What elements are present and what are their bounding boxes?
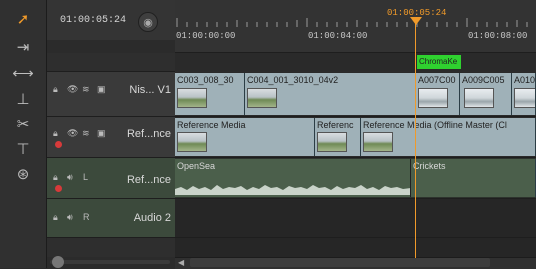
ruler-label-0: 01:00:00:00 <box>176 31 236 41</box>
razor-tool-icon[interactable]: ✂ <box>12 113 34 135</box>
effect-row-header <box>47 53 175 72</box>
monitor-icon[interactable]: ▣ <box>97 128 106 139</box>
ruler-label-1: 01:00:04:00 <box>308 31 368 41</box>
zoom-slider-knob[interactable] <box>52 256 64 268</box>
clip-c004[interactable]: C004_001_3010_04v2 <box>245 73 416 115</box>
playhead-handle[interactable] <box>410 17 422 25</box>
clip-reference-3[interactable]: Reference Media (Offline Master (Cl <box>361 118 536 156</box>
record-icon[interactable] <box>55 141 62 148</box>
clip-thumbnail <box>247 88 277 108</box>
effect-label: ChromaKe <box>419 57 458 66</box>
clip-a009[interactable]: A009C005 <box>460 73 512 115</box>
clip-thumbnail <box>418 88 448 108</box>
channel-label-l[interactable]: L <box>83 172 88 182</box>
lock-icon[interactable]: 🔒︎ <box>53 212 58 223</box>
lane-empty <box>175 238 536 257</box>
current-timecode[interactable]: 01:00:05:24 <box>60 15 126 26</box>
clip-opensea[interactable]: OpenSea <box>175 159 411 197</box>
ripple-tool-icon[interactable]: ⊤ <box>12 138 34 160</box>
track-header-ref-video[interactable]: 🔒︎ 👁︎ ≋ ▣ Ref...nce <box>47 117 175 158</box>
clip-thumbnail <box>363 132 393 152</box>
zoom-slider-track[interactable] <box>50 260 170 264</box>
transform-tool-icon[interactable]: ⊛ <box>12 163 34 185</box>
clip-label: Reference Media <box>177 120 246 130</box>
clip-label: A009C005 <box>462 75 505 85</box>
eye-icon[interactable]: 👁︎ <box>67 84 78 95</box>
monitor-icon[interactable]: ▣ <box>97 84 106 95</box>
chroma-key-effect[interactable]: ChromaKe <box>417 55 461 69</box>
track-header-empty <box>47 238 175 257</box>
clip-label: Reference Media (Offline Master (Cl <box>363 120 507 130</box>
playhead-line[interactable] <box>415 18 416 258</box>
clip-label: C004_001_3010_04v2 <box>247 75 339 85</box>
clip-label: C003_008_30 <box>177 75 234 85</box>
track-name-v1: Nis... V1 <box>129 84 171 96</box>
clip-thumbnail <box>317 132 347 152</box>
lane-ref-audio[interactable]: OpenSea Crickets <box>175 158 536 199</box>
clip-reference-1[interactable]: Reference Media <box>175 118 315 156</box>
clip-reference-2[interactable]: Referenc <box>315 118 361 156</box>
eye-icon[interactable]: 👁︎ <box>67 128 78 139</box>
clip-thumbnail <box>177 88 207 108</box>
track-name-ref-video: Ref...nce <box>126 128 171 140</box>
clip-crickets[interactable]: Crickets <box>411 159 536 197</box>
speaker-icon[interactable]: 🔊︎ <box>67 172 73 183</box>
track-header-ref-audio[interactable]: 🔒︎ 🔊︎ L Ref...nce <box>47 158 175 199</box>
clip-c003[interactable]: C003_008_30 <box>175 73 245 115</box>
clip-thumbnail <box>464 88 494 108</box>
track-name-audio2: Audio 2 <box>133 212 171 224</box>
effect-lane: ChromaKe <box>175 53 536 71</box>
lane-ref-video[interactable]: Reference Media Referenc Reference Media… <box>175 117 536 158</box>
clip-a010[interactable]: A010 <box>512 73 536 115</box>
track-header-v1[interactable]: 🔒︎ 👁︎ ≋ ▣ Nis... V1 <box>47 72 175 117</box>
track-header-audio2[interactable]: 🔒︎ 🔊︎ R Audio 2 <box>47 199 175 238</box>
slip-tool-icon[interactable]: ⟷ <box>12 62 34 84</box>
clip-thumbnail <box>514 88 535 108</box>
ruler-ticks <box>176 18 528 27</box>
clip-label: A007C00 <box>418 75 456 85</box>
waveform <box>175 185 410 195</box>
clip-label: A010 <box>514 75 536 85</box>
layers-icon[interactable]: ≋ <box>82 84 90 95</box>
clip-label: OpenSea <box>177 161 216 171</box>
slide-tool-icon[interactable]: ⊥ <box>12 88 34 110</box>
clip-label: Referenc <box>317 120 354 130</box>
scroll-left-icon[interactable]: ◀ <box>178 258 184 267</box>
snap-icon[interactable]: ◉ <box>138 12 158 32</box>
speaker-icon[interactable]: 🔊︎ <box>67 212 73 223</box>
tool-sidebar: ➚ ⇥ ⟷ ⊥ ✂ ⊤ ⊛ <box>0 0 47 268</box>
track-name-ref-audio: Ref...nce <box>126 174 171 186</box>
channel-label-r[interactable]: R <box>83 212 90 222</box>
clip-a007[interactable]: A007C00 <box>416 73 460 115</box>
clip-label: Crickets <box>413 161 446 171</box>
ruler-label-2: 01:00:08:00 <box>468 31 528 41</box>
layers-icon[interactable]: ≋ <box>82 128 90 139</box>
lock-icon[interactable]: 🔒︎ <box>53 128 58 139</box>
timeline-ruler[interactable]: 01:00:00:00 01:00:04:00 01:00:08:00 01:0… <box>175 0 536 53</box>
scrollbar-thumb[interactable] <box>190 258 490 267</box>
lock-icon[interactable]: 🔒︎ <box>53 84 58 95</box>
lane-v1[interactable]: C003_008_30 C004_001_3010_04v2 A007C00 A… <box>175 72 536 117</box>
lock-icon[interactable]: 🔒︎ <box>53 172 58 183</box>
lane-audio2[interactable] <box>175 199 536 238</box>
clip-thumbnail <box>177 132 207 152</box>
track-forward-tool-icon[interactable]: ⇥ <box>12 36 34 58</box>
select-tool-icon[interactable]: ➚ <box>12 8 34 30</box>
record-icon[interactable] <box>55 185 62 192</box>
